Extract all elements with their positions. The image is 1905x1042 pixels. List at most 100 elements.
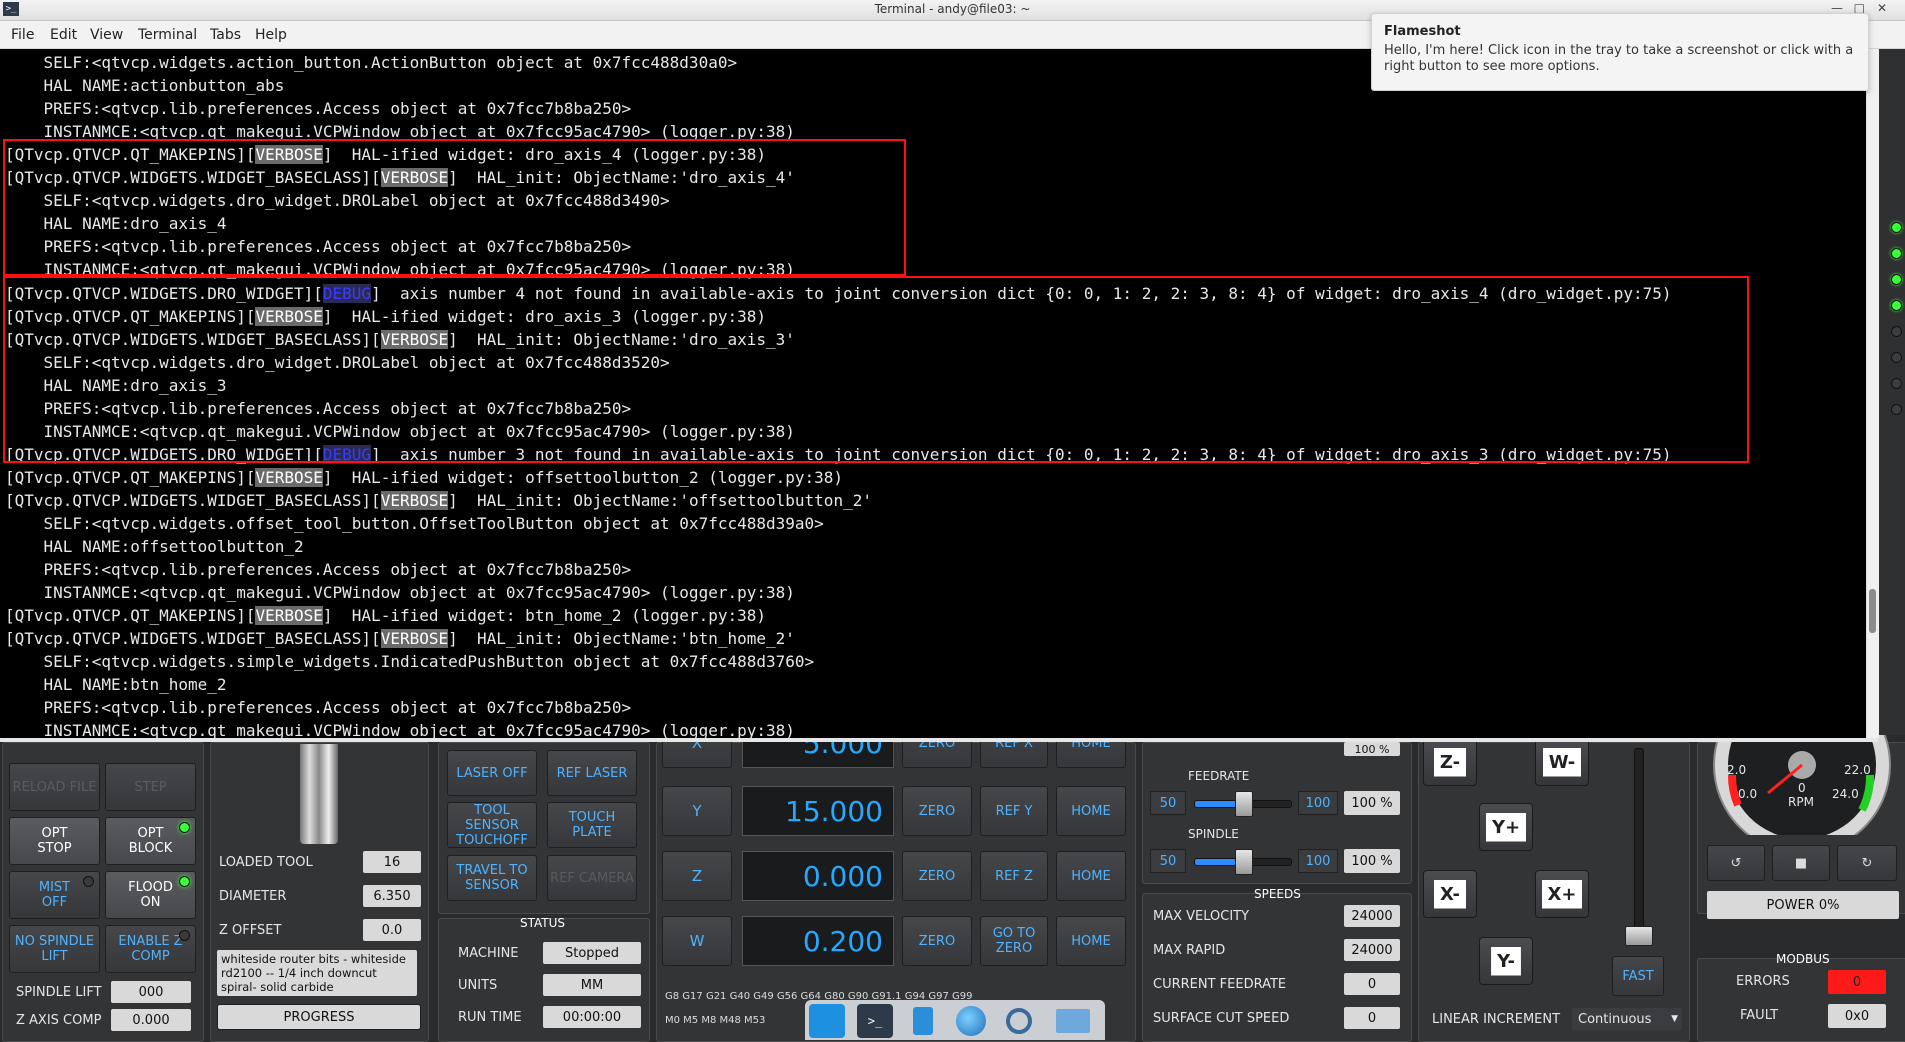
ref-z-button[interactable]: REF Z: [980, 851, 1048, 901]
max-velocity-label: MAX VELOCITY: [1153, 909, 1250, 924]
terminal-scrollbar[interactable]: [1866, 49, 1879, 738]
max-velocity-field: 24000: [1344, 905, 1400, 927]
z-axis-comp-field[interactable]: 0.000: [111, 1009, 191, 1031]
terminal-line: PREFS:<qtvcp.lib.preferences.Access obje…: [5, 698, 632, 718]
reload-file-button[interactable]: RELOAD FILE: [9, 763, 100, 811]
flood-on-button[interactable]: FLOOD ON: [105, 871, 196, 919]
zero-z-button[interactable]: ZERO: [902, 851, 972, 901]
menu-tabs[interactable]: Tabs: [210, 27, 241, 43]
surface-cut-speed-label: SURFACE CUT SPEED: [1153, 1011, 1290, 1026]
terminal-launcher-icon[interactable]: >_: [857, 1004, 893, 1038]
feedrate-pct-field: 100 %: [1344, 791, 1400, 815]
jog-y-plus-button[interactable]: Y+: [1479, 803, 1533, 851]
scrollbar-thumb[interactable]: [1869, 589, 1876, 633]
spindle-stop-button[interactable]: ■: [1772, 845, 1830, 881]
ref-y-button[interactable]: REF Y: [980, 786, 1048, 836]
jog-y-minus-button[interactable]: Y-: [1479, 937, 1533, 985]
zero-w-button[interactable]: ZERO: [902, 916, 972, 966]
ref-laser-button[interactable]: REF LASER: [547, 750, 637, 796]
errors-label: ERRORS: [1736, 974, 1790, 989]
file-manager-icon[interactable]: [905, 1004, 941, 1038]
jog-speed-handle[interactable]: [1625, 926, 1653, 946]
opt-stop-label: OPT STOP: [37, 826, 72, 856]
status-led-4: [1891, 300, 1902, 311]
feedrate-slider-handle[interactable]: [1235, 791, 1253, 817]
terminal-line: HAL NAME:btn_home_2: [5, 675, 227, 695]
zero-y-button[interactable]: ZERO: [902, 786, 972, 836]
modbus-title: MODBUS: [1776, 952, 1830, 966]
opt-block-label: OPT BLOCK: [128, 826, 173, 856]
tool-sensor-touchoff-button[interactable]: TOOL SENSOR TOUCHOFF: [447, 802, 537, 848]
folder-icon[interactable]: [1055, 1004, 1091, 1038]
mist-led: [83, 876, 94, 887]
enable-z-comp-button[interactable]: ENABLE Z COMP: [105, 925, 196, 973]
opt-block-button[interactable]: OPT BLOCK: [105, 817, 196, 865]
fast-button[interactable]: FAST: [1612, 956, 1664, 996]
stop-icon: ■: [1794, 855, 1808, 871]
spindle-lift-label: SPINDLE LIFT: [16, 985, 102, 1000]
jog-speed-slider[interactable]: [1634, 748, 1644, 940]
home-w-button[interactable]: HOME: [1056, 916, 1126, 966]
annotation-box-1: [3, 139, 906, 276]
gauge-tick-3: 22.0: [1844, 763, 1871, 777]
axis-y-button[interactable]: Y: [662, 786, 732, 836]
home-z-button[interactable]: HOME: [1056, 851, 1126, 901]
jog-x-minus-button[interactable]: X-: [1423, 870, 1477, 918]
spindle-lift-field[interactable]: 000: [111, 981, 191, 1003]
menu-view[interactable]: View: [90, 27, 123, 43]
menu-help[interactable]: Help: [255, 27, 287, 43]
jog-w-minus-button[interactable]: W-: [1535, 738, 1589, 786]
speeds-title: SPEEDS: [1254, 887, 1301, 901]
annotation-box-2: [3, 276, 1749, 463]
feedrate-min-button[interactable]: 50: [1150, 791, 1186, 815]
loaded-tool-label: LOADED TOOL: [219, 855, 313, 870]
terminal-line: [QTvcp.QTVCP.WIDGETS.WIDGET_BASECLASS][V…: [5, 629, 795, 649]
menu-edit[interactable]: Edit: [50, 27, 77, 43]
home-y-button[interactable]: HOME: [1056, 786, 1126, 836]
terminal-line: SELF:<qtvcp.widgets.action_button.Action…: [5, 53, 738, 72]
laser-off-button[interactable]: LASER OFF: [447, 750, 537, 796]
no-spindle-lift-label: NO SPINDLE LIFT: [14, 934, 95, 964]
ref-camera-button[interactable]: REF CAMERA: [547, 855, 637, 901]
travel-to-sensor-button[interactable]: TRAVEL TO SENSOR: [447, 855, 537, 901]
feedrate-max-button[interactable]: 100: [1298, 791, 1338, 815]
menu-file[interactable]: File: [11, 27, 34, 43]
spindle-min-button[interactable]: 50: [1150, 849, 1186, 873]
jog-x-plus-button[interactable]: X+: [1535, 870, 1589, 918]
errors-field: 0: [1828, 970, 1886, 994]
step-button[interactable]: STEP: [105, 763, 196, 811]
spindle-ccw-button[interactable]: ↺: [1707, 845, 1765, 881]
gauge-tick-2: 0.0: [1738, 787, 1758, 801]
max-rapid-field: 24000: [1344, 939, 1400, 961]
axis-w-button[interactable]: W: [662, 916, 732, 966]
spindle-pct-field: 100 %: [1344, 849, 1400, 873]
mist-off-button[interactable]: MIST OFF: [9, 871, 100, 919]
mist-off-label: MIST OFF: [38, 880, 71, 910]
jog-z-minus-button[interactable]: Z-: [1423, 738, 1477, 786]
machine-status-field: Stopped: [543, 942, 641, 964]
chevron-down-icon: ▼: [1671, 1014, 1678, 1024]
flameshot-notification[interactable]: Flameshot Hello, I'm here! Click icon in…: [1371, 13, 1869, 91]
menu-terminal[interactable]: Terminal: [138, 27, 197, 43]
linear-increment-value: Continuous: [1578, 1011, 1652, 1027]
run-time-field: 00:00:00: [543, 1006, 641, 1028]
touch-plate-button[interactable]: TOUCH PLATE: [547, 802, 637, 848]
opt-stop-button[interactable]: OPT STOP: [9, 817, 100, 865]
spindle-max-button[interactable]: 100: [1298, 849, 1338, 873]
status-led-8: [1891, 404, 1902, 415]
web-browser-icon[interactable]: [953, 1004, 989, 1038]
linear-increment-label: LINEAR INCREMENT: [1432, 1012, 1561, 1027]
desktop-icon[interactable]: [809, 1004, 845, 1038]
spindle-cw-button[interactable]: ↻: [1837, 845, 1897, 881]
search-icon[interactable]: [1001, 1004, 1037, 1038]
run-time-label: RUN TIME: [458, 1010, 522, 1025]
ref-w-button[interactable]: GO TO ZERO: [980, 916, 1048, 966]
rotate-ccw-icon: ↺: [1730, 855, 1742, 871]
linear-increment-select[interactable]: Continuous ▼: [1572, 1008, 1682, 1030]
opt-block-led: [179, 822, 190, 833]
spindle-slider-handle[interactable]: [1235, 849, 1253, 875]
no-spindle-lift-button[interactable]: NO SPINDLE LIFT: [9, 925, 100, 973]
axis-z-button[interactable]: Z: [662, 851, 732, 901]
feedrate-label: FEEDRATE: [1188, 769, 1250, 783]
close-icon[interactable]: ✕: [1877, 1, 1887, 15]
